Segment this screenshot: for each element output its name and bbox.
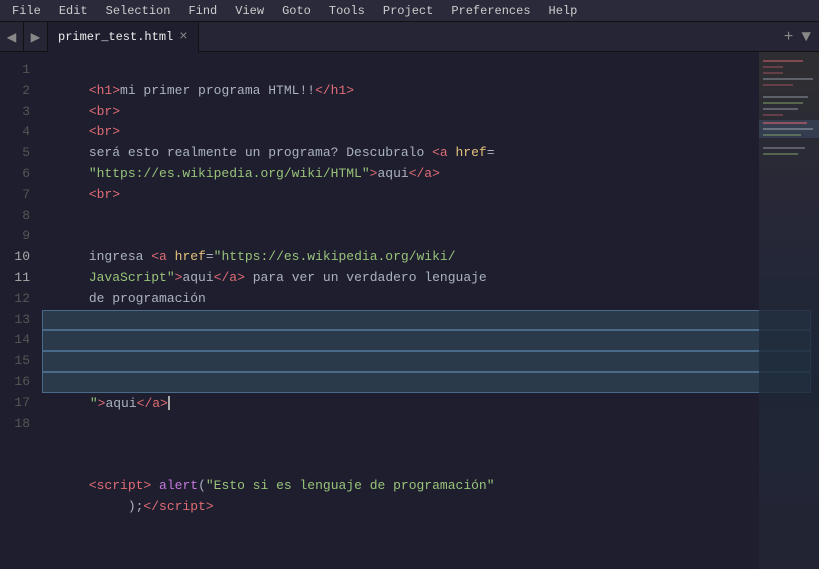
menu-selection[interactable]: Selection [98, 2, 179, 20]
code-line-14 [42, 434, 811, 455]
line-num-6: 6 [0, 164, 38, 185]
code-line-2: <br> [42, 81, 811, 102]
tab-nav-left[interactable]: ◀ [0, 22, 24, 52]
line-numbers: 1 2 3 4 5 6 7 8 9 10 11 12 13 14 15 16 1… [0, 52, 38, 569]
line-num-10: 10 [0, 247, 38, 268]
line-num-3: 3 [0, 102, 38, 123]
tab-actions: + ▼ [780, 26, 819, 48]
code-line-3: <br> [42, 102, 811, 123]
new-tab-button[interactable]: + [780, 26, 798, 48]
code-line-13 [42, 414, 811, 435]
line-num-17: 17 [0, 393, 38, 414]
code-line-6 [42, 185, 811, 206]
code-line-4: será esto realmente un programa? Descubr… [42, 122, 811, 143]
menu-view[interactable]: View [227, 2, 272, 20]
tabbar: ◀ ▶ primer_test.html × + ▼ [0, 22, 819, 52]
line-num-4: 4 [0, 122, 38, 143]
line-num-18: 18 [0, 414, 38, 435]
line-num-9: 9 [0, 226, 38, 247]
line-num-2: 2 [0, 81, 38, 102]
code-area[interactable]: <h1>mi primer programa HTML!!</h1> <br> … [38, 52, 819, 569]
line-num-1: 1 [0, 60, 38, 81]
tab-nav-right[interactable]: ▶ [24, 22, 48, 52]
code-line-15: <script> alert("Esto si es lenguaje de p… [42, 455, 811, 476]
code-line-8b: JavaScript">aqui</a> para ver un verdade… [42, 247, 811, 268]
menu-edit[interactable]: Edit [51, 2, 96, 20]
menu-preferences[interactable]: Preferences [443, 2, 538, 20]
code-line-11c: ">aqui</a> [42, 372, 811, 393]
code-line-7 [42, 206, 811, 227]
line-num-11: 11 [0, 268, 38, 289]
code-line-15b: );</script> [42, 476, 811, 497]
code-line-8c: de programación [42, 268, 811, 289]
code-line-9: <br> [42, 289, 811, 310]
line-num-5: 5 [0, 143, 38, 164]
code-line-10: <h1>TE DEJO ETIQUETAS EN HTML</h1> [42, 310, 811, 331]
line-num-7: 7 [0, 185, 38, 206]
code-line-5: <br> [42, 164, 811, 185]
line-num-13: 13 [0, 310, 38, 331]
menu-file[interactable]: File [4, 2, 49, 20]
code-line-16 [42, 497, 811, 518]
minimap-content [759, 52, 819, 569]
tab-list-button[interactable]: ▼ [797, 26, 815, 48]
minimap [759, 52, 819, 569]
tab-label: primer_test.html [58, 30, 173, 44]
menu-tools[interactable]: Tools [321, 2, 373, 20]
code-line-17 [42, 518, 811, 539]
line-num-16: 16 [0, 372, 38, 393]
line-num-14: 14 [0, 330, 38, 351]
code-line-11a: Dicen que la practica hace al maestro, i… [42, 330, 811, 351]
line-num-15: 15 [0, 351, 38, 372]
menubar: File Edit Selection Find View Goto Tools… [0, 0, 819, 22]
line-num-8: 8 [0, 206, 38, 227]
menu-find[interactable]: Find [180, 2, 225, 20]
tab-close-icon[interactable]: × [179, 30, 187, 44]
menu-help[interactable]: Help [541, 2, 586, 20]
code-line-11b: href="https://developer.mozilla.org/es/d… [42, 351, 811, 372]
line-num-12: 12 [0, 289, 38, 310]
code-line-1: <h1>mi primer programa HTML!!</h1> [42, 60, 811, 81]
menu-project[interactable]: Project [375, 2, 441, 20]
code-line-12 [42, 393, 811, 414]
code-line-4b: "https://es.wikipedia.org/wiki/HTML">aqu… [42, 143, 811, 164]
editor: 1 2 3 4 5 6 7 8 9 10 11 12 13 14 15 16 1… [0, 52, 819, 569]
tab-primer-test[interactable]: primer_test.html × [48, 22, 199, 52]
menu-goto[interactable]: Goto [274, 2, 319, 20]
code-line-8: ingresa <a href="https://es.wikipedia.or… [42, 226, 811, 247]
code-line-18 [42, 538, 811, 559]
